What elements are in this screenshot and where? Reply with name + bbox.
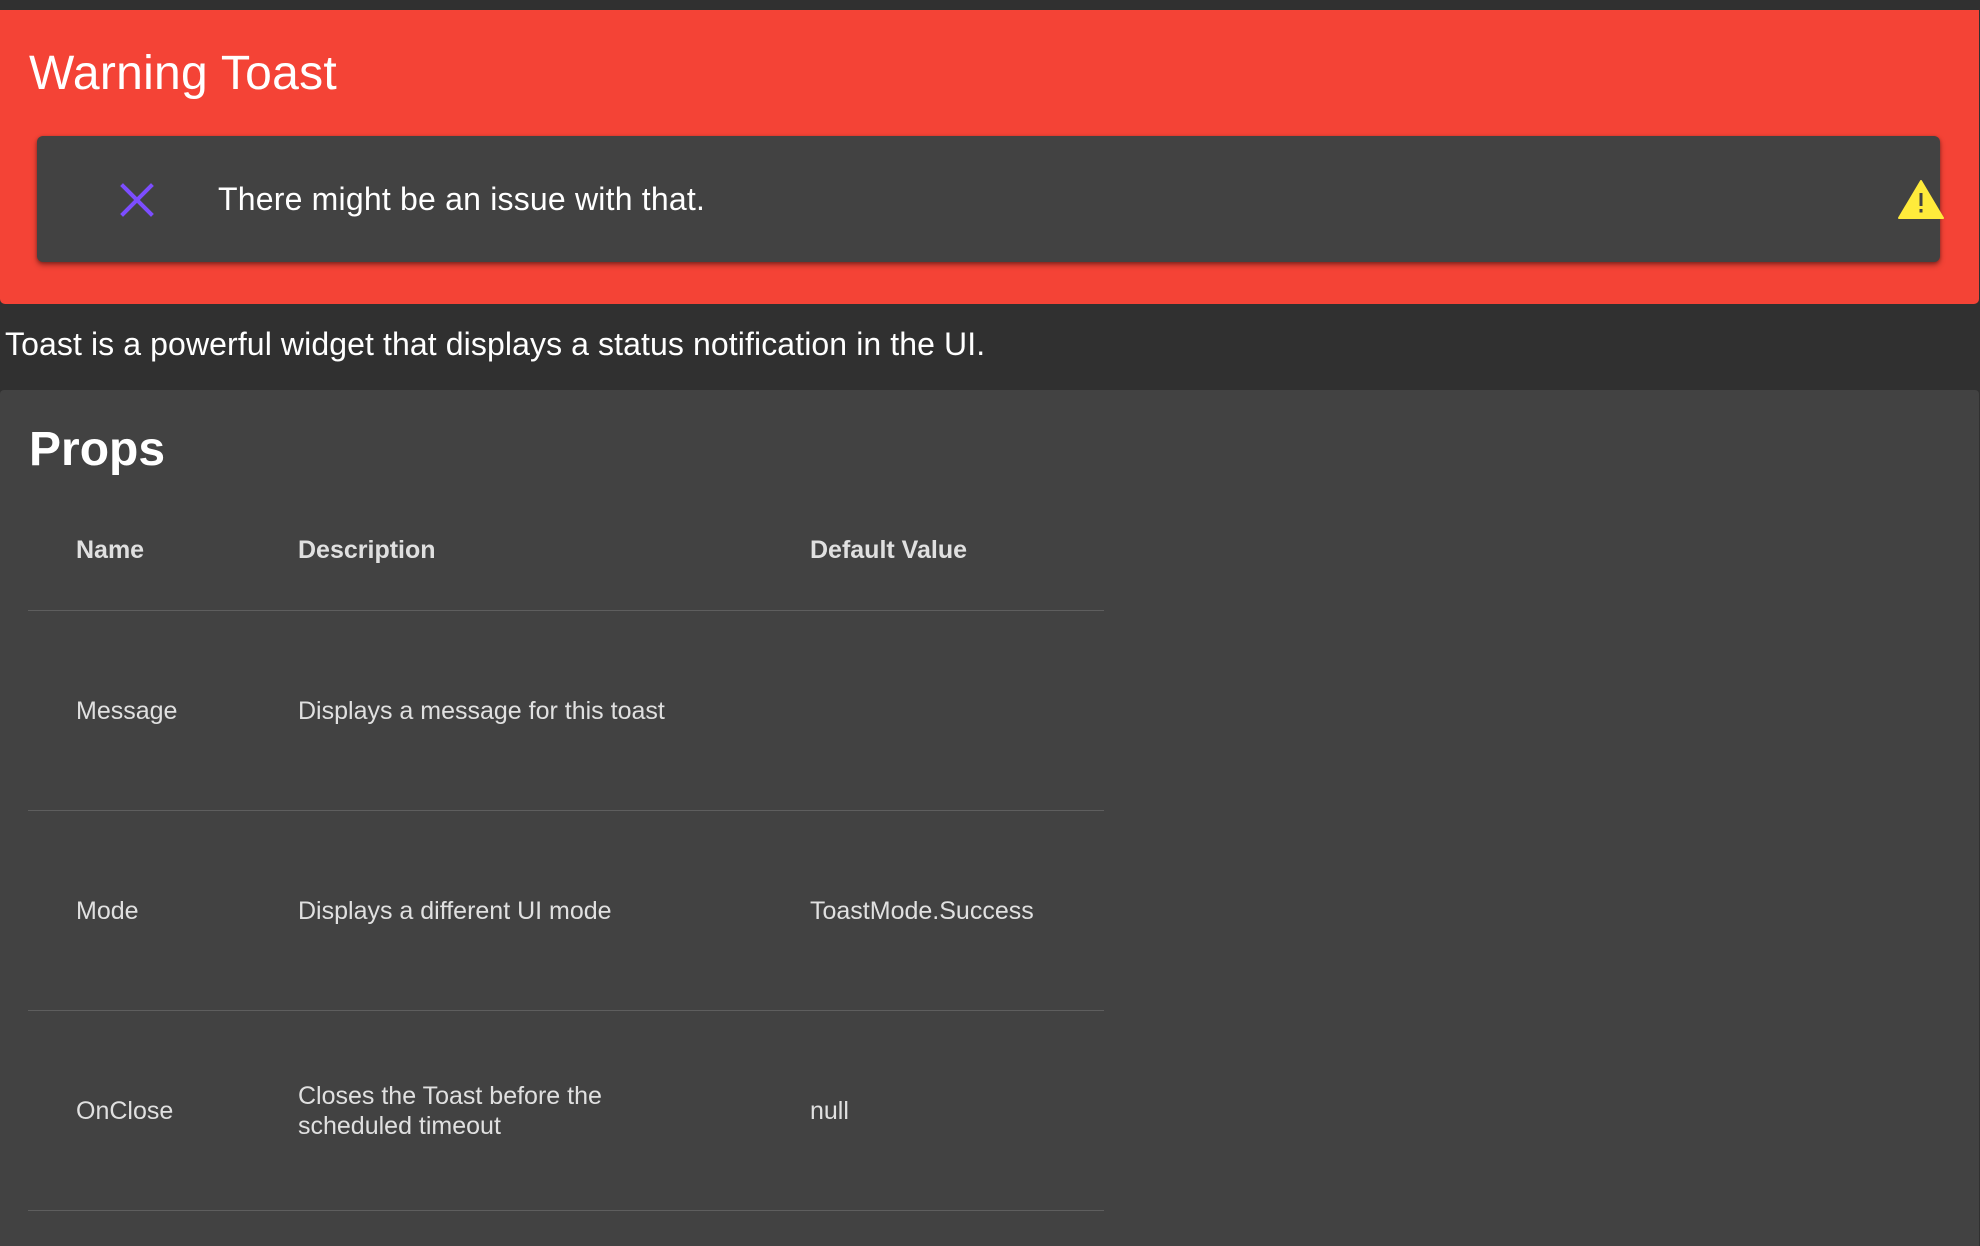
table-row: OnClose Closes the Toast before the sche… — [28, 1011, 1104, 1211]
column-header-description: Description — [298, 536, 436, 564]
prop-description: Displays a different UI mode — [298, 896, 612, 925]
prop-default-value: null — [810, 1096, 849, 1125]
close-x-icon-graphic — [120, 183, 154, 217]
prop-name: Mode — [76, 896, 139, 925]
prop-name: OnClose — [76, 1096, 174, 1125]
close-x-icon[interactable] — [117, 180, 157, 220]
toast-message: There might be an issue with that. — [218, 181, 706, 217]
toast-notification: There might be an issue with that. — [37, 136, 1944, 262]
props-table: Name Description Default Value Message D… — [28, 490, 1104, 1211]
hero-banner: Warning Toast There might be an issue wi… — [0, 10, 1979, 304]
column-header-default-value: Default Value — [810, 536, 967, 564]
table-header-row: Name Description Default Value — [28, 490, 1104, 611]
warning-triangle-icon — [1898, 179, 1944, 219]
prop-description: Closes the Toast before the scheduled ti… — [298, 1081, 602, 1140]
intro-description: Toast is a powerful widget that displays… — [5, 326, 986, 362]
table-row: Mode Displays a different UI mode ToastM… — [28, 811, 1104, 1011]
page-title: Warning Toast — [29, 47, 338, 100]
prop-default-value: ToastMode.Success — [810, 896, 1034, 925]
props-panel: Props Name Description Default Value Mes… — [0, 390, 1979, 1246]
prop-description: Displays a message for this toast — [298, 696, 665, 725]
prop-name: Message — [76, 696, 178, 725]
column-header-name: Name — [76, 536, 145, 564]
page: Warning Toast There might be an issue wi… — [0, 0, 1980, 1246]
props-heading: Props — [29, 423, 166, 476]
table-row: Message Displays a message for this toas… — [28, 611, 1104, 811]
